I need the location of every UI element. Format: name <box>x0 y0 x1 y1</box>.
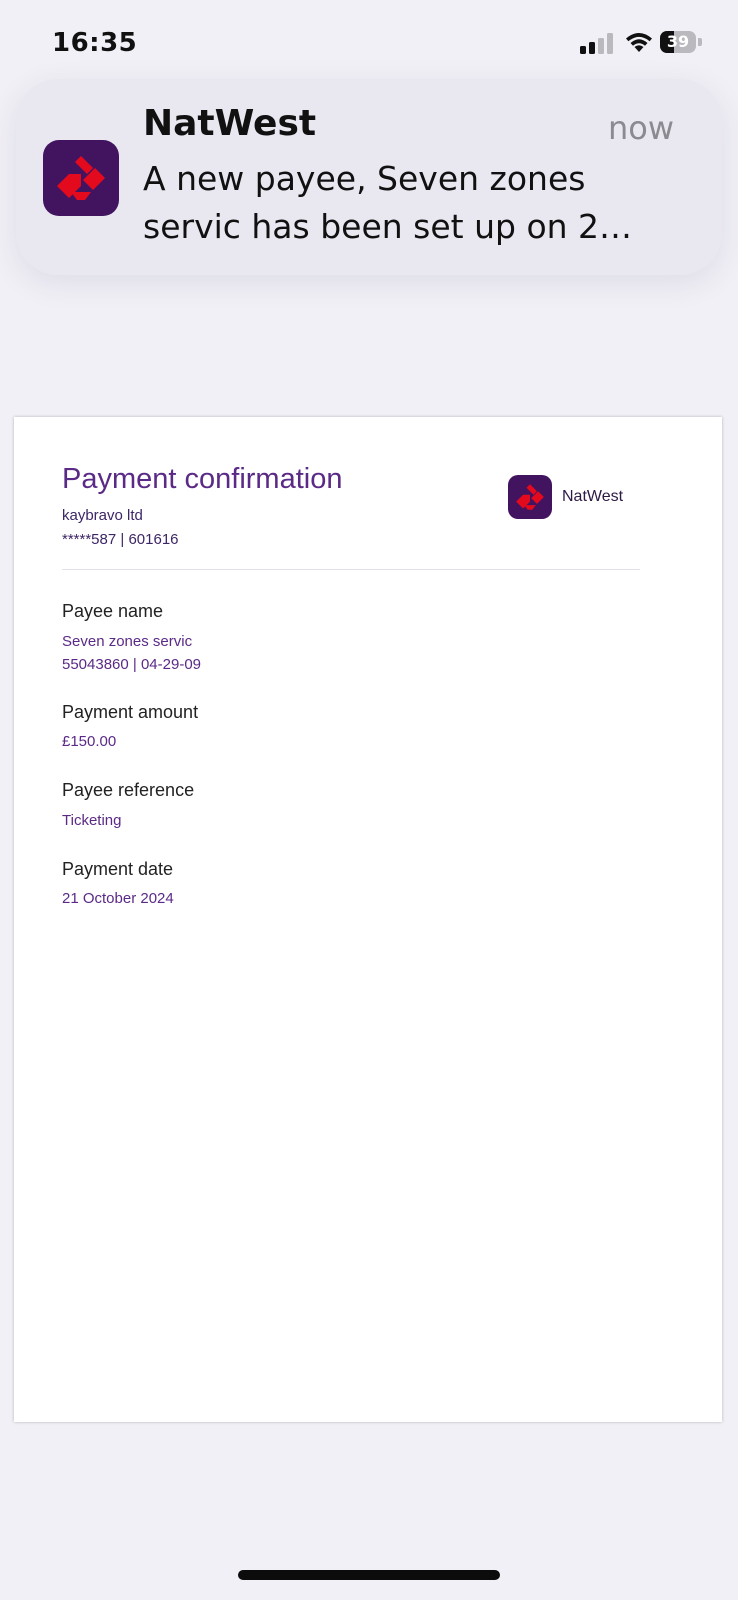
status-bar: 16:35 39 <box>0 0 738 80</box>
status-time: 16:35 <box>52 28 138 58</box>
notification-time: now <box>607 109 674 147</box>
natwest-logo-icon <box>508 475 552 519</box>
natwest-logo-icon <box>43 140 119 216</box>
notification-banner[interactable]: NatWest now A new payee, Seven zones ser… <box>16 79 722 275</box>
payee-account-details: 55043860 | 04-29-09 <box>62 656 202 673</box>
notification-body-line: A new payee, Seven zones <box>143 159 586 198</box>
home-indicator[interactable] <box>238 1570 500 1580</box>
payee-reference-label: Payee reference <box>62 780 195 800</box>
battery-level: 39 <box>666 32 690 51</box>
cellular-signal-icon <box>580 32 616 54</box>
payee-reference-value: Ticketing <box>62 812 122 829</box>
wifi-icon <box>624 30 654 54</box>
payment-date-label: Payment date <box>62 859 174 879</box>
account-company-name: kaybravo ltd <box>62 507 143 524</box>
payment-date-value: 21 October 2024 <box>62 890 174 907</box>
payee-name-label: Payee name <box>62 601 164 621</box>
notification-body: A new payee, Seven zones servic has been… <box>143 155 688 251</box>
battery-icon: 39 <box>660 31 704 53</box>
payment-confirmation-document: Payment confirmation kaybravo ltd *****5… <box>14 417 722 1422</box>
brand-name: NatWest <box>562 488 624 505</box>
notification-body-line: servic has been set up on 2… <box>143 207 633 246</box>
divider <box>62 569 640 570</box>
account-number-sortcode: *****587 | 601616 <box>62 531 179 548</box>
document-title: Payment confirmation <box>62 463 343 495</box>
payee-name-value: Seven zones servic <box>62 633 193 650</box>
payment-amount-label: Payment amount <box>62 702 199 722</box>
notification-app-name: NatWest <box>143 103 317 144</box>
payment-amount-value: £150.00 <box>62 733 117 750</box>
